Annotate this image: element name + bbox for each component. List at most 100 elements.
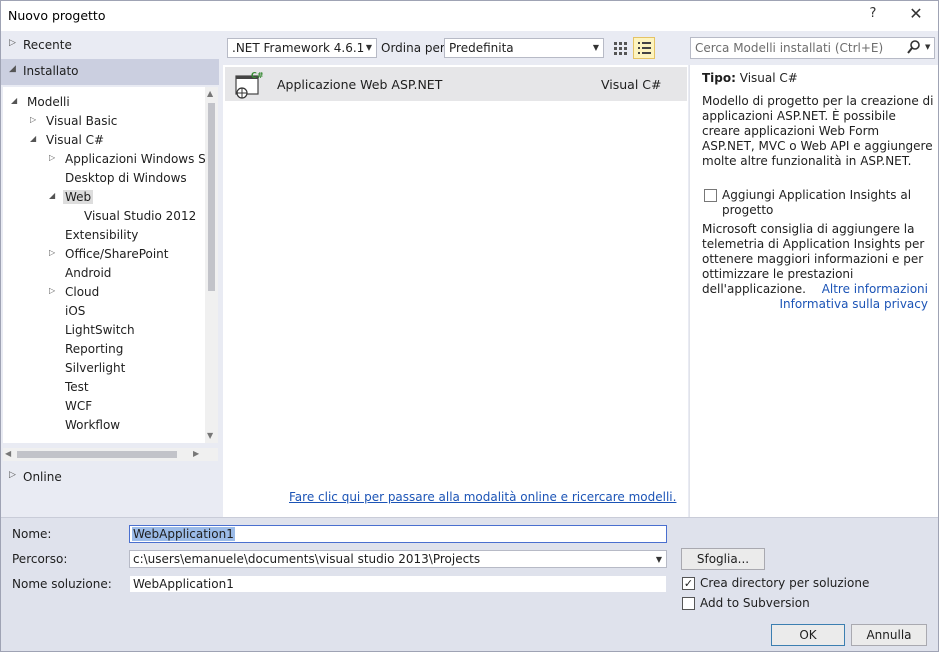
application-insights-label[interactable]: Aggiungi Application Insights al progett… (722, 188, 932, 218)
template-tree: ◢ Modelli ▷ Visual Basic ◢ Visual C# ▷ Applicaz… (3, 87, 205, 443)
help-button[interactable]: ? (863, 6, 883, 26)
tree-vertical-scrollbar[interactable]: ▲ ▼ (205, 87, 218, 443)
solution-name-input[interactable]: WebApplication1 (129, 575, 667, 593)
cancel-button[interactable]: Annulla (851, 624, 927, 646)
tree-item-label: Visual Basic (46, 114, 118, 128)
name-label: Nome: (12, 527, 52, 541)
tree-item-label: Silverlight (65, 361, 126, 375)
create-directory-label[interactable]: Crea directory per soluzione (700, 576, 869, 590)
search-icon[interactable] (907, 40, 921, 54)
template-language: Visual C# (601, 77, 662, 92)
scroll-up-icon[interactable]: ▲ (207, 89, 213, 98)
scroll-thumb-horizontal[interactable] (17, 451, 177, 458)
tree-item[interactable]: ◢ Visual C# (3, 131, 203, 150)
location-value: c:\users\emanuele\documents\visual studi… (133, 552, 481, 566)
scroll-down-icon[interactable]: ▼ (207, 431, 213, 440)
solution-name-label: Nome soluzione: (12, 577, 112, 591)
tree-item-label: Desktop di Windows (65, 171, 187, 185)
tree-item[interactable]: iOS (3, 302, 203, 321)
scroll-right-icon[interactable]: ▶ (193, 449, 199, 458)
title-bar: Nuovo progetto ? ✕ (1, 1, 938, 31)
tree-item[interactable]: ◢ Web (3, 188, 203, 207)
section-installato[interactable]: ◢ Installato (1, 59, 219, 85)
collapse-arrow-icon[interactable]: ◢ (11, 96, 21, 105)
expand-arrow-icon[interactable]: ▷ (30, 115, 40, 124)
aspnet-web-project-icon: C# (235, 71, 263, 99)
template-item[interactable]: C# Applicazione Web ASP.NET Visual C# (225, 67, 687, 101)
scroll-left-icon[interactable]: ◀ (5, 449, 11, 458)
dialog-title: Nuovo progetto (8, 8, 106, 23)
tree-item-label: Reporting (65, 342, 124, 356)
chevron-down-icon: ▼ (365, 43, 372, 52)
type-label: Tipo: (702, 71, 736, 85)
grid-view-icon (614, 42, 627, 55)
expand-arrow-icon: ▷ (9, 470, 16, 480)
expand-arrow-icon[interactable]: ▷ (49, 248, 59, 257)
section-online-label: Online (23, 470, 62, 484)
new-project-dialog: Nuovo progetto ? ✕ ▷ Recente ◢ Installat… (0, 0, 939, 652)
small-icons-view-button[interactable] (609, 37, 631, 59)
section-online[interactable]: ▷ Online (1, 465, 219, 489)
expand-arrow-icon[interactable]: ▷ (49, 286, 59, 295)
tree-horizontal-scrollbar[interactable]: ◀ ▶ (3, 448, 218, 461)
add-to-subversion-label[interactable]: Add to Subversion (700, 596, 810, 610)
chevron-down-icon: ▼ (592, 43, 599, 52)
expand-arrow-icon[interactable]: ▷ (49, 153, 59, 162)
add-to-subversion-checkbox[interactable] (682, 597, 695, 610)
tree-item-label: Visual Studio 2012 (84, 209, 197, 223)
search-placeholder: Cerca Modelli installati (Ctrl+E) (695, 41, 884, 55)
application-insights-checkbox[interactable] (704, 189, 717, 202)
collapse-arrow-icon[interactable]: ◢ (30, 134, 40, 143)
create-directory-checkbox[interactable]: ✓ (682, 577, 695, 590)
tree-item[interactable]: Silverlight (3, 359, 203, 378)
tree-item[interactable]: Extensibility (3, 226, 203, 245)
tree-item[interactable]: LightSwitch (3, 321, 203, 340)
tree-item-label: iOS (65, 304, 86, 318)
tree-item[interactable]: ◢ Modelli (3, 93, 203, 112)
tree-item-label: Cloud (65, 285, 100, 299)
list-view-button[interactable] (633, 37, 655, 59)
location-select[interactable]: c:\users\emanuele\documents\visual studi… (129, 550, 667, 568)
tree-item[interactable]: ▷ Cloud (3, 283, 203, 302)
collapse-arrow-icon[interactable]: ◢ (49, 191, 59, 200)
tree-item-label: Web (63, 190, 94, 204)
tree-item[interactable]: WCF (3, 397, 203, 416)
section-recente[interactable]: ▷ Recente (1, 33, 219, 57)
search-installed-templates[interactable]: Cerca Modelli installati (Ctrl+E) ▼ (690, 37, 935, 59)
tree-item[interactable]: Desktop di Windows (3, 169, 203, 188)
tree-item-label: Office/SharePoint (65, 247, 169, 261)
templates-list: C# Applicazione Web ASP.NET Visual C# Fa… (223, 65, 688, 517)
tree-item[interactable]: ▷ Office/SharePoint (3, 245, 203, 264)
expand-arrow-icon: ▷ (9, 38, 16, 48)
privacy-link[interactable]: Informativa sulla privacy (779, 297, 928, 311)
tree-item-label: Extensibility (65, 228, 139, 242)
section-recente-label: Recente (23, 38, 72, 52)
tree-item-label: Applicazioni Windows Sto (65, 152, 205, 166)
tree-item[interactable]: Workflow (3, 416, 203, 435)
tree-item[interactable]: ▷ Visual Basic (3, 112, 203, 131)
close-button[interactable]: ✕ (904, 4, 928, 26)
tree-item-label: Workflow (65, 418, 121, 432)
tree-item-label: LightSwitch (65, 323, 135, 337)
template-name: Applicazione Web ASP.NET (277, 77, 443, 92)
sort-label: Ordina per: (381, 41, 449, 55)
tree-item-label: Modelli (27, 95, 70, 109)
template-details: Tipo: Visual C# Modello di progetto per … (689, 65, 938, 517)
location-label: Percorso: (12, 552, 68, 566)
sort-select[interactable]: Predefinita ▼ (444, 38, 604, 58)
scroll-thumb[interactable] (208, 103, 215, 291)
more-info-link[interactable]: Altre informazioni (822, 282, 928, 296)
ok-button[interactable]: OK (771, 624, 845, 646)
go-online-link[interactable]: Fare clic qui per passare alla modalità … (289, 490, 676, 504)
tree-item[interactable]: Test (3, 378, 203, 397)
chevron-down-icon[interactable]: ▼ (925, 43, 930, 51)
section-installato-label: Installato (23, 64, 79, 78)
tree-item[interactable]: Visual Studio 2012 (3, 207, 203, 226)
tree-item[interactable]: Android (3, 264, 203, 283)
project-name-input[interactable]: WebApplication1 (129, 525, 667, 543)
solution-name-value: WebApplication1 (133, 577, 234, 591)
tree-item[interactable]: ▷ Applicazioni Windows Sto (3, 150, 205, 169)
tree-item[interactable]: Reporting (3, 340, 203, 359)
browse-button[interactable]: Sfoglia... (681, 548, 765, 570)
framework-select[interactable]: .NET Framework 4.6.1 ▼ (227, 38, 377, 58)
